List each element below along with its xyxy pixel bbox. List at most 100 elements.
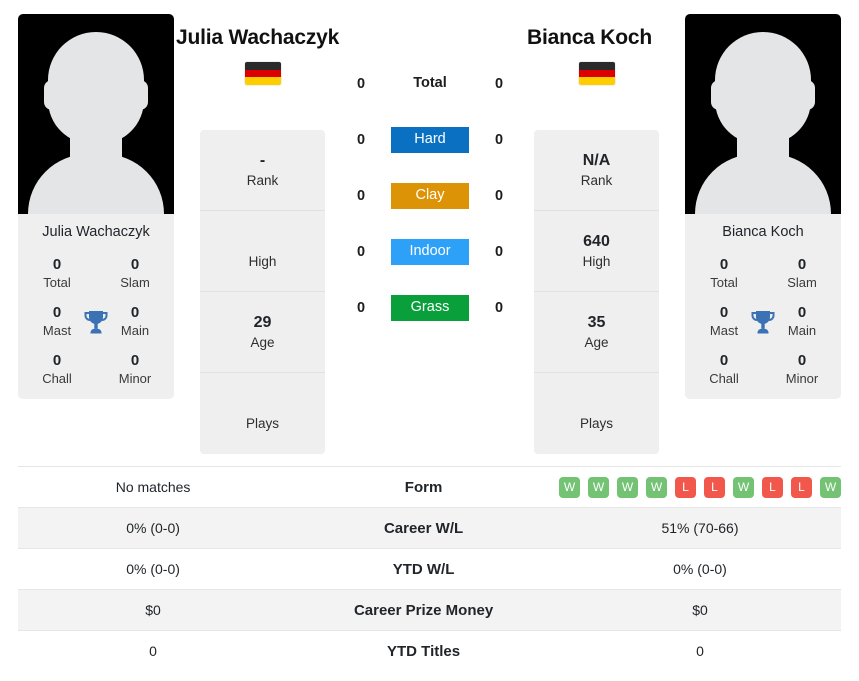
right-count: 0 [494,244,504,260]
left-player-germany-flag-icon [245,62,281,85]
row-label-career-wl: Career W/L [288,507,559,549]
label: Rank [246,172,279,188]
left-player-info-card: - Rank High 29 Age Plays [200,130,325,454]
label: Slam [120,275,150,290]
right-count: 0 [494,132,504,148]
value: 0 [719,256,729,273]
right-count: 0 [494,188,504,204]
surface-label-hard[interactable]: Hard [391,127,469,153]
value: 0 [130,352,140,369]
right-player-name[interactable]: Bianca Koch [527,26,652,50]
surface-label-indoor[interactable]: Indoor [391,239,469,265]
label: High [248,253,277,269]
trophy-icon [751,310,775,333]
label: Total [710,275,738,290]
left-player-photo-caption: Julia Wachaczyk [18,214,174,250]
value: 35 [587,313,606,331]
left-titles-minor: 0 Minor [96,352,174,387]
right-player-photo [685,14,841,214]
value: 29 [253,313,272,331]
surface-row-clay: 0 Clay 0 [340,168,520,224]
value: N/A [582,151,611,169]
left-value-form: No matches [18,466,289,508]
left-value-ytd-wl: 0% (0-0) [18,548,289,590]
surface-row-total: 0 Total 0 [340,56,520,112]
left-info-high: High [200,211,325,292]
form-badge-win: W [558,476,580,498]
left-titles-total: 0 Total [18,256,96,291]
table-row: No matches Form WWWWLLWLLW [18,466,841,508]
silhouette-shoulders [695,154,831,214]
left-count: 0 [356,300,366,316]
right-value-career-wl: 51% (70-66) [558,507,841,549]
label: High [582,253,611,269]
silhouette-ear-right [799,80,815,110]
right-value-ytd-titles: 0 [558,630,841,672]
left-titles-chall: 0 Chall [18,352,96,387]
left-value-career-wl: 0% (0-0) [18,507,289,549]
left-info-rank: - Rank [200,130,325,211]
value: 0 [52,256,62,273]
row-label-ytd-wl: YTD W/L [288,548,559,590]
form-badge-win: W [645,476,667,498]
right-info-plays: Plays [534,373,659,454]
right-player-card[interactable]: Bianca Koch 0 Total 0 Slam 0 Mast 0 Main… [685,14,841,399]
surface-label-grass[interactable]: Grass [391,295,469,321]
label: Minor [118,371,152,386]
label: Age [584,334,609,350]
label: Slam [787,275,817,290]
left-player-card[interactable]: Julia Wachaczyk 0 Total 0 Slam 0 Mast 0 … [18,14,174,399]
surface-comparison: 0 Total 0 0 Hard 0 0 Clay 0 0 Indoor 0 0… [340,56,520,336]
right-info-high: 640 High [534,211,659,292]
comparison-stats-table: No matches Form WWWWLLWLLW 0% (0-0) Care… [18,466,841,672]
label: Rank [580,172,613,188]
form-badge-loss: L [790,476,812,498]
right-info-age: 35 Age [534,292,659,373]
right-count: 0 [494,300,504,316]
right-titles-slam: 0 Slam [763,256,841,291]
right-count: 0 [494,76,504,92]
value: 0 [52,352,62,369]
row-label-form: Form [288,466,559,508]
table-row: $0 Career Prize Money $0 [18,589,841,631]
label: Chall [42,371,72,386]
silhouette-ear-right [132,80,148,110]
right-value-form: WWWWLLWLLW [558,466,841,508]
label: Chall [709,371,739,386]
silhouette-ear-left [711,80,727,110]
form-badge-win: W [587,476,609,498]
left-info-plays: Plays [200,373,325,454]
left-titles-slam: 0 Slam [96,256,174,291]
label: Age [250,334,275,350]
form-badge-loss: L [703,476,725,498]
value: 0 [719,352,729,369]
form-badge-win: W [819,476,841,498]
right-player-photo-caption: Bianca Koch [685,214,841,250]
table-row: 0% (0-0) Career W/L 51% (70-66) [18,507,841,549]
surface-row-grass: 0 Grass 0 [340,280,520,336]
left-player-name[interactable]: Julia Wachaczyk [176,26,339,50]
row-label-career-prize-money: Career Prize Money [288,589,559,631]
right-value-ytd-wl: 0% (0-0) [558,548,841,590]
left-info-age: 29 Age [200,292,325,373]
right-player-titles-panel: 0 Total 0 Slam 0 Mast 0 Main 0 Chall 0 M… [685,250,841,399]
form-badge-loss: L [674,476,696,498]
left-count: 0 [356,132,366,148]
surface-label-clay[interactable]: Clay [391,183,469,209]
value: 0 [797,352,807,369]
left-count: 0 [356,244,366,260]
left-value-ytd-titles: 0 [18,630,289,672]
left-player-titles-panel: 0 Total 0 Slam 0 Mast 0 Main 0 Chall 0 M… [18,250,174,399]
right-player-germany-flag-icon [579,62,615,85]
left-player-photo [18,14,174,214]
right-titles-chall: 0 Chall [685,352,763,387]
left-value-career-prize-money: $0 [18,589,289,631]
right-value-career-prize-money: $0 [558,589,841,631]
label: Plays [579,416,613,431]
right-titles-total: 0 Total [685,256,763,291]
value: 0 [130,256,140,273]
silhouette-shoulders [28,154,164,214]
value: 640 [583,232,610,250]
table-row: 0% (0-0) YTD W/L 0% (0-0) [18,548,841,590]
head-to-head-comparison-page: Julia Wachaczyk 0 Total 0 Slam 0 Mast 0 … [0,0,859,681]
